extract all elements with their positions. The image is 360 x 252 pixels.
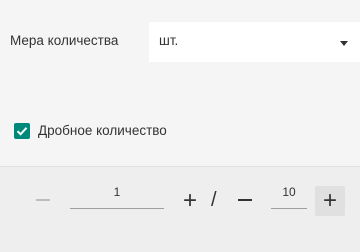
numerator-increment-button[interactable]: + xyxy=(176,187,204,215)
dropdown-arrow-icon xyxy=(340,41,348,46)
fraction-separator: / xyxy=(211,189,217,211)
denominator-decrement-button[interactable] xyxy=(232,187,258,213)
measure-row: Мера количества шт. xyxy=(0,18,360,62)
measure-select[interactable]: шт. xyxy=(149,22,360,62)
numerator-decrement-button[interactable] xyxy=(30,187,56,213)
fraction-checkbox[interactable] xyxy=(14,123,30,139)
minus-icon xyxy=(238,199,252,201)
denominator-increment-button[interactable]: + xyxy=(315,186,345,216)
checkmark-icon xyxy=(16,127,28,136)
fraction-label[interactable]: Дробное количество xyxy=(38,123,167,138)
numerator-input[interactable]: 1 xyxy=(70,185,164,209)
minus-icon xyxy=(36,199,50,201)
denominator-input[interactable]: 10 xyxy=(271,185,307,209)
measure-label: Мера количества xyxy=(10,33,119,48)
measure-selected-value: шт. xyxy=(159,33,179,48)
quantity-panel: 1 + / 10 + xyxy=(0,166,360,252)
